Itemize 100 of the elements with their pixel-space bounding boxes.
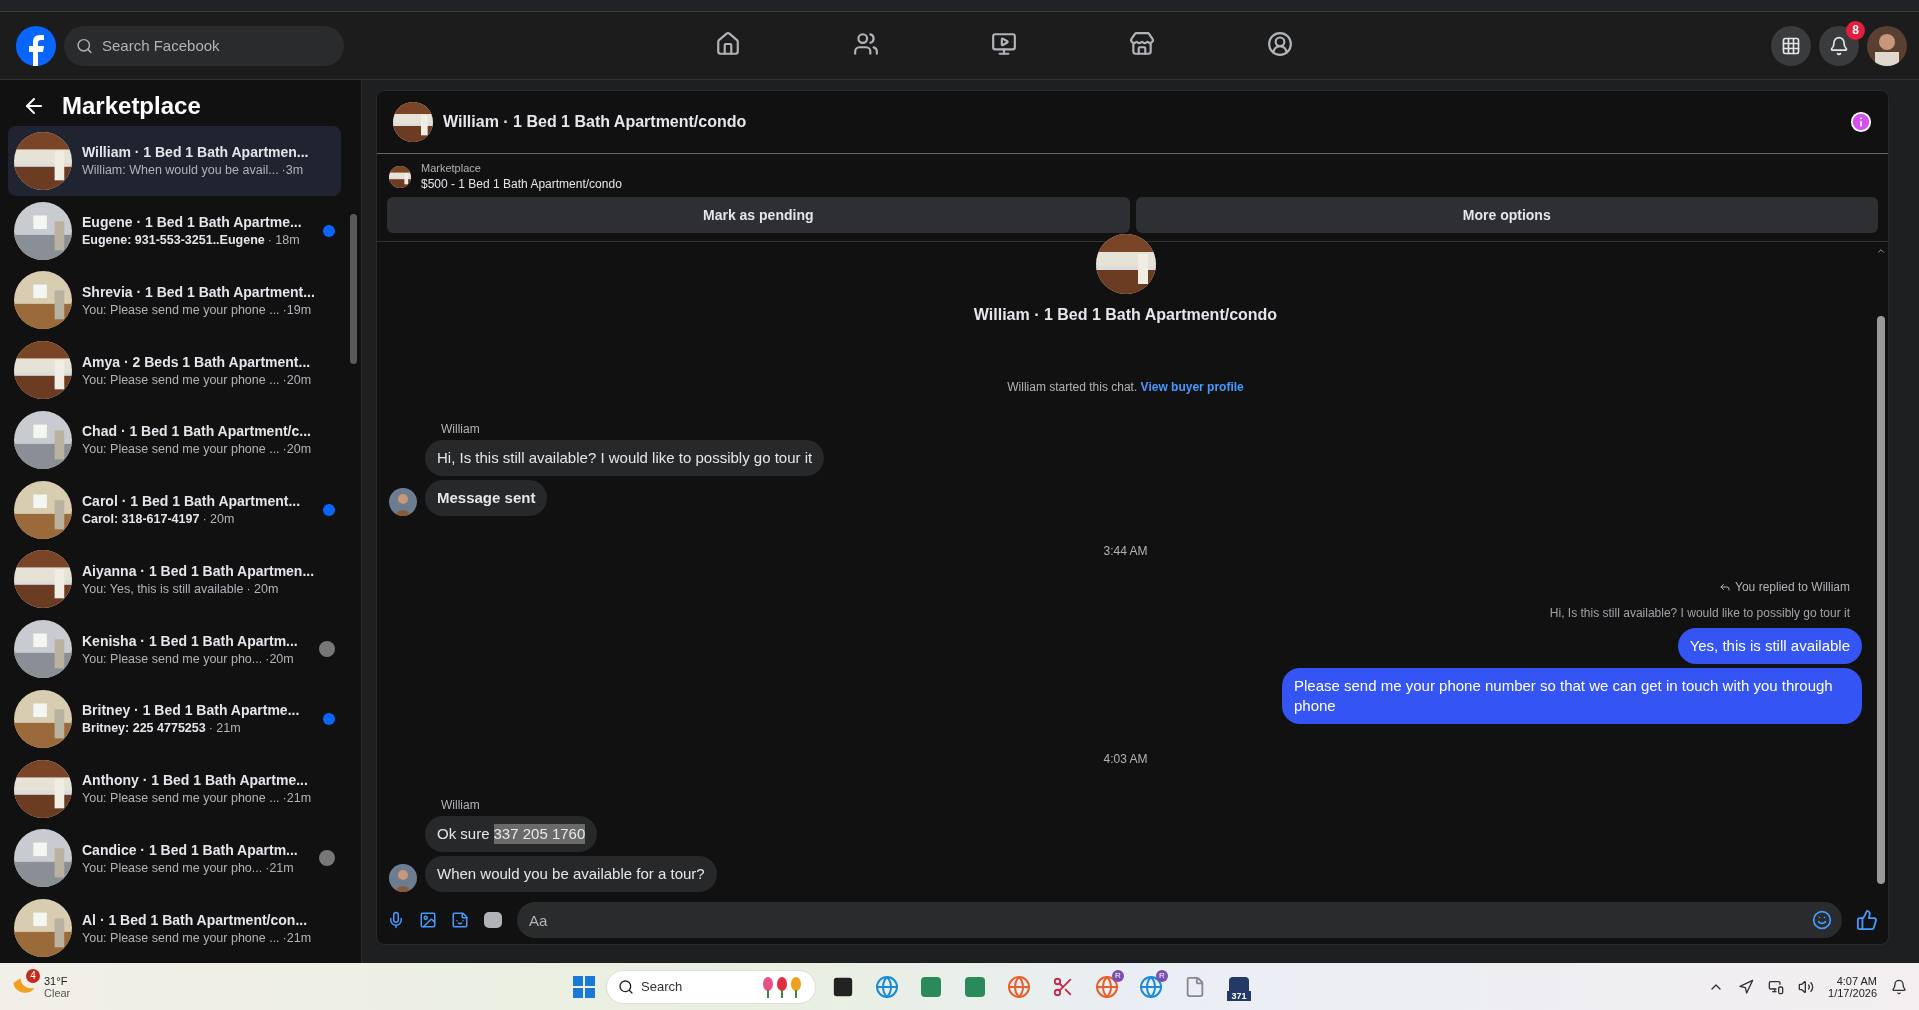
globe-icon: [875, 974, 899, 999]
action-button[interactable]: More options: [1135, 197, 1878, 233]
message-text: Ok sure: [437, 824, 490, 844]
network-icon[interactable]: [1768, 978, 1785, 995]
location-icon[interactable]: [1738, 978, 1755, 995]
message-field[interactable]: Aa: [517, 902, 1842, 938]
sidebar-title: Marketplace: [62, 92, 201, 120]
timestamp: 4:03 AM: [1103, 752, 1148, 766]
conversation-item[interactable]: Eugene · 1 Bed 1 Bath Apartme... Eugene: 931-553-3251..Eugene · 18m: [8, 195, 341, 266]
weather-badge: 4: [26, 968, 40, 983]
weather-condition: Clear: [44, 986, 71, 999]
conversation-item[interactable]: Kenisha · 1 Bed 1 Bath Apartm... You: Please send me your pho... ·20m: [8, 614, 341, 684]
message-bubble: Please send me your phone number so that we can get in touch with you through phone: [1282, 668, 1862, 724]
selected-text: 337 205 1760: [493, 824, 586, 844]
scissors-icon: [1052, 975, 1074, 998]
scrollbar-thumb[interactable]: [1877, 316, 1885, 884]
sender-name: William: [441, 422, 481, 436]
square-icon: [832, 975, 854, 998]
message-bubble: When would you be available for a tour?: [425, 856, 717, 892]
gif-icon[interactable]: [483, 911, 503, 929]
action-button[interactable]: Mark as pending: [387, 197, 1130, 233]
quoted-message: Hi, Is this still available? I would like to possibly go tour it: [1549, 606, 1850, 620]
conversation-item[interactable]: William · 1 Bed 1 Bath Apartmen... William: When would you be avail... ·3m: [8, 126, 341, 196]
conversation-title: Aiyanna · 1 Bed 1 Bath Apartmen...: [82, 562, 315, 579]
scroll-up-icon[interactable]: [1876, 246, 1886, 256]
reply-label: You replied to William: [1735, 580, 1850, 594]
conversation-time: ·21m: [282, 930, 312, 945]
buyer-profile-link[interactable]: View buyer profile: [1140, 380, 1244, 394]
conversation-item[interactable]: Shrevia · 1 Bed 1 Bath Apartment... You: Please send me your phone ... ·19m: [8, 265, 341, 336]
globe-icon: [1007, 974, 1031, 999]
conversation-item[interactable]: Carol · 1 Bed 1 Bath Apartment... Carol: 318-617-4197 · 20m: [8, 474, 341, 545]
search-field[interactable]: Search Facebook: [64, 25, 344, 66]
message-bubble: Message sent: [425, 480, 548, 516]
timestamp: 3:44 AM: [1103, 544, 1148, 558]
scrollbar-thumb[interactable]: [349, 214, 357, 364]
image-icon[interactable]: [419, 911, 437, 929]
conversation-preview: You: Please send me your phone ...: [82, 791, 280, 806]
moon-icon: [12, 977, 36, 996]
conversation-time: ·20m: [265, 651, 294, 666]
conversation-time: ·21m: [282, 791, 312, 806]
clock-time: 4:07 AM: [1836, 974, 1877, 987]
emoji-icon[interactable]: [1812, 910, 1832, 930]
conversation-time: · 21m: [208, 721, 241, 736]
listing-source: Marketplace: [421, 162, 482, 174]
unread-dot: [323, 712, 335, 725]
conversation-title: Chad · 1 Bed 1 Bath Apartment/c...: [82, 423, 311, 440]
volume-icon[interactable]: [1798, 978, 1815, 995]
info-icon[interactable]: [1850, 111, 1872, 133]
conversation-item[interactable]: Al · 1 Bed 1 Bath Apartment/con... You: Please send me your phone ... ·21m: [8, 893, 341, 963]
conversation-preview: Carol: 318-617-4197: [82, 512, 200, 527]
conversation-preview: You: Please send me your pho...: [82, 651, 263, 666]
globe-icon: [1095, 974, 1119, 999]
conversation-item[interactable]: Amya · 2 Beds 1 Bath Apartment... You: Please send me your phone ... ·20m: [8, 335, 341, 405]
message-bubble: Yes, this is still available: [1677, 628, 1862, 664]
taskbar-search[interactable]: Search: [606, 969, 816, 1004]
conversation-time: · 18m: [267, 233, 300, 248]
conversation-item[interactable]: Britney · 1 Bed 1 Bath Apartme... Britney: 225 4775253 · 21m: [8, 684, 341, 754]
conversation-preview: You: Please send me your phone ...: [82, 372, 280, 387]
conversation-preview: You: Please send me your phone ...: [82, 930, 280, 945]
conversation-item[interactable]: Anthony · 1 Bed 1 Bath Apartme... You: Please send me your phone ... ·21m: [8, 753, 341, 824]
conversation-preview: You: Yes, this is still available: [82, 581, 244, 596]
sticker-icon[interactable]: [451, 911, 469, 929]
conversation-preview: You: Please send me your pho...: [82, 860, 263, 875]
tulips-icon: [760, 975, 804, 998]
conversation-preview: Britney: 225 4775253: [82, 721, 206, 736]
conversation-title: Anthony · 1 Bed 1 Bath Apartme...: [82, 772, 308, 789]
conversation-title: Candice · 1 Bed 1 Bath Apartm...: [82, 841, 298, 858]
app-label: 371: [1227, 990, 1251, 1001]
notification-badge: 8: [1846, 20, 1865, 40]
bell-icon: [1829, 35, 1849, 56]
taskbar-button[interactable]: R: [1090, 969, 1124, 1004]
conversation-preview: Eugene: 931-553-3251..Eugene: [82, 233, 265, 248]
taskbar-button[interactable]: R: [1134, 969, 1168, 1004]
app-icon: [919, 974, 943, 999]
conversation-title: Eugene · 1 Bed 1 Bath Apartme...: [82, 214, 302, 231]
start-icon[interactable]: [572, 974, 596, 999]
unread-dot: [323, 224, 335, 237]
taskbar-button[interactable]: 371: [1222, 969, 1256, 1004]
conversation-title: Shrevia · 1 Bed 1 Bath Apartment...: [82, 283, 315, 300]
notification-icon[interactable]: [1891, 978, 1907, 995]
notifications-button[interactable]: [1819, 25, 1859, 66]
logo-icon[interactable]: [16, 25, 56, 66]
conversation-time: · 20m: [246, 581, 279, 596]
grid-icon: [1781, 35, 1801, 56]
clock-date: 1/17/2026: [1828, 986, 1877, 999]
unread-dot: [323, 503, 335, 516]
conversation-title: Britney · 1 Bed 1 Bath Apartme...: [82, 702, 300, 719]
conversation-title: Amya · 2 Beds 1 Bath Apartment...: [82, 353, 311, 370]
conversation-preview: William: When would you be avail...: [82, 163, 279, 178]
conversation-item[interactable]: Chad · 1 Bed 1 Bath Apartment/c... You: Please send me your phone ... ·20m: [8, 405, 341, 475]
like-icon[interactable]: [1856, 909, 1878, 931]
conversation-item[interactable]: Aiyanna · 1 Bed 1 Bath Apartmen... You: Yes, this is still available · 20m: [8, 544, 341, 615]
conversation-preview: You: Please send me your phone ...: [82, 302, 280, 317]
conversation-item[interactable]: Candice · 1 Bed 1 Bath Apartm... You: Please send me your pho... ·21m: [8, 823, 341, 894]
conversation-time: ·20m: [282, 372, 312, 387]
microphone-icon[interactable]: [387, 911, 405, 929]
chat-title: William · 1 Bed 1 Bath Apartment/condo: [443, 113, 748, 131]
menu-button[interactable]: [1771, 25, 1811, 66]
reply-icon: [1719, 581, 1732, 593]
conversation-time: · 20m: [202, 512, 235, 527]
